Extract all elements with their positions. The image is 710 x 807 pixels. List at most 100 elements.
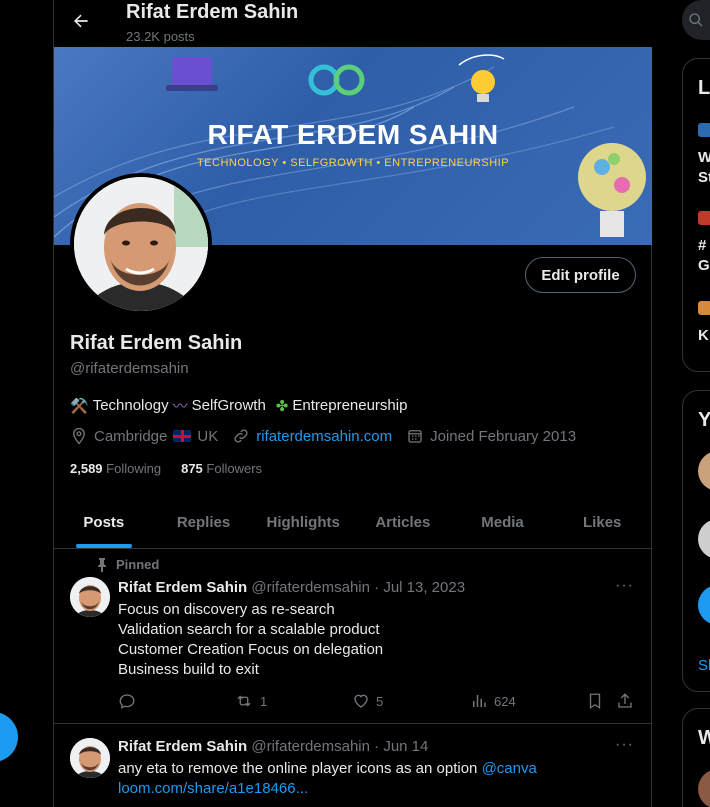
tab-replies[interactable]: Replies: [154, 497, 254, 548]
profile-bio: ⚒️ Technology 〰 SelfGrowth ✤ Entrepreneur…: [70, 395, 407, 416]
tools-icon: ⚒️: [70, 397, 89, 415]
display-name: Rifat Erdem Sahin: [70, 332, 243, 354]
post-text: Focus on discovery as re-search Validati…: [118, 600, 383, 680]
bio-technology: Technology: [92, 397, 169, 414]
location-item: Cambridge UK: [70, 427, 218, 445]
tab-label: Replies: [176, 514, 231, 531]
banner-tagline: TECHNOLOGY • SELFGROWTH • ENTREPRENEURSH…: [196, 157, 510, 169]
avatar-photo: [70, 577, 110, 617]
avatar[interactable]: [698, 769, 710, 807]
mention-link[interactable]: @canva: [482, 760, 537, 777]
reply-icon: [119, 694, 135, 709]
website-link[interactable]: rifaterdemsahin.com: [256, 428, 392, 445]
repost-button[interactable]: 1: [234, 692, 267, 710]
right-card: W: [682, 708, 710, 807]
tab-label: Highlights: [266, 514, 340, 531]
tab-label: Likes: [583, 514, 622, 531]
views-button[interactable]: 624: [470, 692, 516, 710]
share-icon: [618, 693, 632, 708]
following-count: 2,589: [70, 461, 103, 476]
post-line: any eta to remove the online player icon…: [118, 760, 478, 777]
post-handle-date: @rifaterdemsahin · Jun 14: [251, 738, 429, 755]
joined-item: Joined February 2013: [406, 427, 576, 445]
share-button[interactable]: [616, 692, 634, 710]
profile-meta: Cambridge UK rifaterdemsahin.com Joined …: [70, 427, 590, 445]
post-line: Validation search for a scalable product: [118, 621, 380, 638]
back-button[interactable]: [68, 8, 94, 34]
post-pinned[interactable]: Pinned Rifat Erdem Sahin @rifaterdemsahi…: [54, 549, 652, 724]
followers-count: 875: [181, 461, 203, 476]
bio-entrepreneurship: Entrepreneurship: [292, 397, 408, 414]
post-header: Rifat Erdem Sahin @rifaterdemsahin · Jul…: [118, 579, 465, 596]
post-handle-date: @rifaterdemsahin · Jul 13, 2023: [251, 579, 466, 596]
following-label: Following: [106, 461, 162, 476]
bookmark-icon: [589, 693, 601, 710]
search-icon: [689, 13, 703, 27]
follow-stats: 2,589 Following 875 Followers: [70, 461, 262, 476]
post-header: Rifat Erdem Sahin @rifaterdemsahin · Jun…: [118, 738, 428, 755]
avatar[interactable]: [698, 585, 710, 625]
following-link[interactable]: 2,589 Following: [70, 461, 161, 476]
like-icon: [354, 694, 368, 708]
pin-icon: [98, 557, 106, 572]
tab-likes[interactable]: Likes: [552, 497, 652, 548]
profile-handle: @rifaterdemsahin: [70, 360, 189, 377]
profile-tabs: Posts Replies Highlights Articles Media …: [54, 497, 652, 549]
tab-label: Media: [481, 514, 524, 531]
post[interactable]: Rifat Erdem Sahin @rifaterdemsahin · Jun…: [54, 724, 652, 807]
avatar[interactable]: [698, 451, 710, 491]
compose-button[interactable]: [0, 712, 18, 762]
back-arrow-icon: [74, 14, 88, 28]
post-line: Business build to exit: [118, 661, 259, 678]
search-bar[interactable]: [682, 0, 710, 40]
calendar-icon: [408, 430, 422, 443]
trend-icon: [698, 123, 710, 137]
banner-title: RIFAT ERDEM SAHIN: [207, 119, 499, 150]
post-actions: 1 5 624: [118, 690, 638, 712]
worm-icon: 〰: [172, 398, 188, 415]
joined-text: Joined February 2013: [430, 427, 577, 445]
post-line: Customer Creation Focus on delegation: [118, 641, 384, 658]
edit-profile-button[interactable]: Edit profile: [525, 257, 636, 293]
header-title: Rifat Erdem Sahin: [126, 1, 299, 23]
tab-label: Articles: [375, 514, 431, 531]
tab-media[interactable]: Media: [453, 497, 553, 548]
more-icon[interactable]: ···: [615, 736, 634, 754]
post-author-name[interactable]: Rifat Erdem Sahin: [118, 579, 247, 596]
post-avatar[interactable]: [70, 577, 110, 617]
followers-link[interactable]: 875 Followers: [181, 461, 262, 476]
avatar[interactable]: [698, 519, 710, 559]
location-country: UK: [197, 427, 219, 445]
like-button[interactable]: 5: [352, 692, 383, 710]
tab-label: Posts: [83, 514, 125, 531]
bio-selfgrowth: SelfGrowth: [191, 397, 266, 414]
post-text: any eta to remove the online player icon…: [118, 759, 537, 799]
trend-icon: [698, 211, 710, 225]
views-count: 624: [494, 693, 516, 709]
post-url-link[interactable]: loom.com/share/a1e18466...: [118, 779, 537, 799]
post-line: Focus on discovery as re-search: [118, 601, 335, 618]
repost-count: 1: [260, 693, 268, 709]
clover-icon: ✤: [275, 397, 289, 415]
tab-posts[interactable]: Posts: [54, 497, 154, 548]
views-icon: [473, 695, 486, 707]
more-icon[interactable]: ···: [615, 577, 634, 595]
uk-flag-icon: [173, 430, 192, 442]
who-to-follow-card: Y Sh: [682, 390, 710, 692]
trend-icon: [698, 301, 710, 315]
header-post-count: 23.2K posts: [126, 29, 195, 44]
tab-articles[interactable]: Articles: [353, 497, 453, 548]
pinned-text: Pinned: [116, 557, 160, 572]
location-text: Cambridge: [94, 427, 168, 445]
post-author-name[interactable]: Rifat Erdem Sahin: [118, 738, 247, 755]
profile-header: Rifat Erdem Sahin 23.2K posts: [54, 0, 652, 47]
profile-avatar[interactable]: [70, 173, 212, 315]
bookmark-button[interactable]: [586, 692, 604, 710]
reply-button[interactable]: [118, 692, 136, 710]
website-item: rifaterdemsahin.com: [232, 427, 392, 445]
link-icon: [234, 429, 248, 443]
post-avatar[interactable]: [70, 738, 110, 778]
tab-highlights[interactable]: Highlights: [253, 497, 353, 548]
active-tab-indicator: [75, 544, 132, 548]
avatar-photo: [70, 738, 110, 778]
